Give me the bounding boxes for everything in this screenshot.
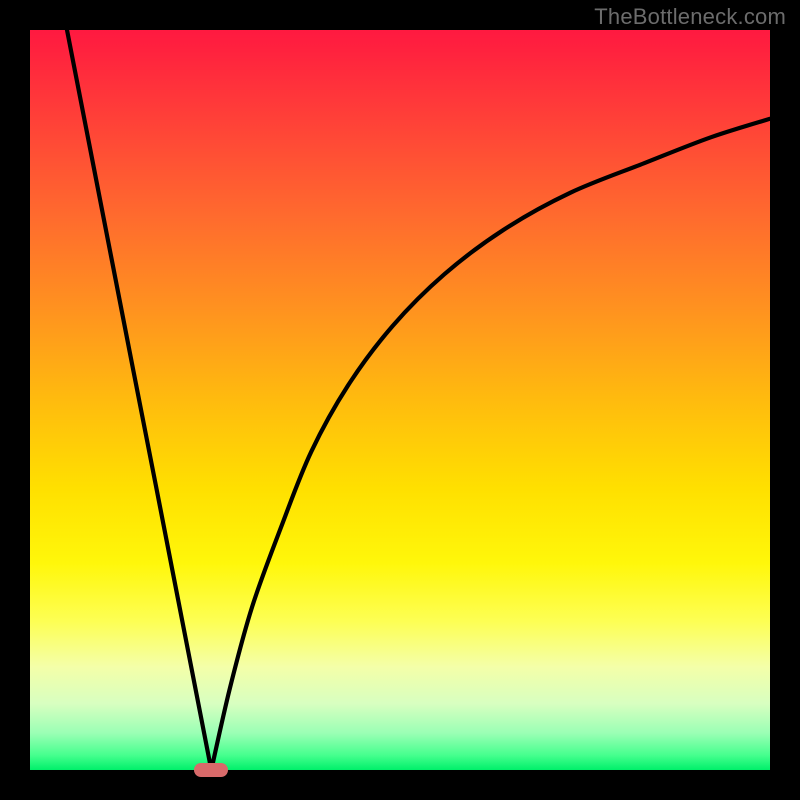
curve-path [67, 30, 770, 770]
watermark-text: TheBottleneck.com [594, 4, 786, 30]
bottleneck-curve [30, 30, 770, 770]
chart-frame: TheBottleneck.com [0, 0, 800, 800]
optimum-marker [194, 763, 228, 777]
